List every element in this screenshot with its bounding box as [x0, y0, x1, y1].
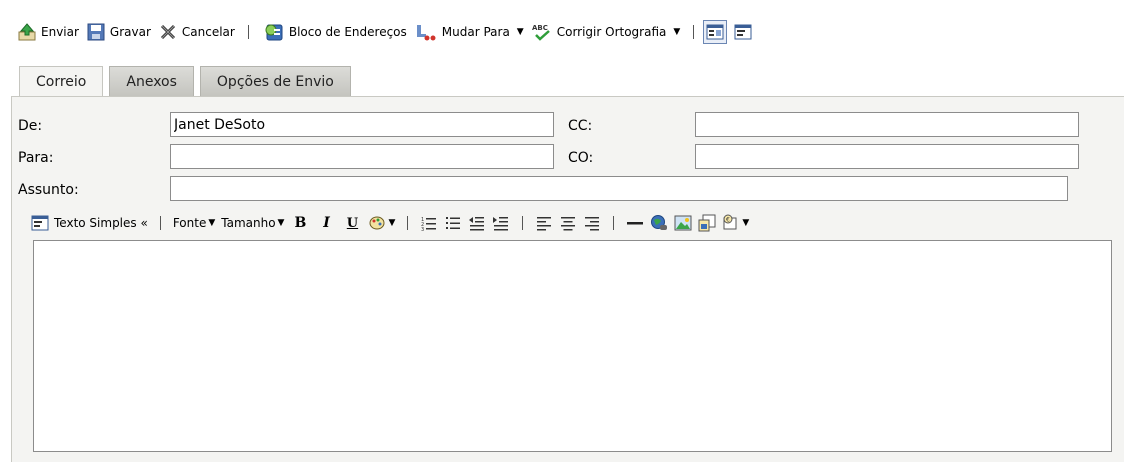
horizontal-rule-button[interactable] [623, 212, 647, 234]
cc-field[interactable] [695, 112, 1079, 137]
view-mode-button-1[interactable] [703, 20, 728, 44]
bullet-list-icon [446, 217, 461, 229]
insert-link-button[interactable] [647, 212, 671, 234]
bold-button[interactable]: B [287, 212, 313, 234]
layout-icon [734, 24, 752, 40]
align-center-icon [561, 217, 576, 231]
cancel-icon [160, 24, 175, 40]
save-button[interactable]: Gravar [83, 21, 155, 43]
change-to-dropdown[interactable]: Mudar Para ▼ [411, 21, 528, 43]
palette-icon [369, 216, 385, 230]
increase-indent-button[interactable] [489, 212, 513, 234]
from-field[interactable] [170, 112, 554, 137]
align-left-icon [537, 217, 552, 231]
chevron-down-icon: ▼ [516, 27, 524, 37]
address-book-button[interactable]: Bloco de Endereços [258, 21, 411, 43]
cc-label: CC: [568, 118, 593, 134]
tab-attachments[interactable]: Anexos [109, 66, 194, 96]
underline-button[interactable]: U [339, 212, 365, 234]
insert-image-button[interactable] [671, 212, 695, 234]
image-icon [674, 215, 692, 231]
numbered-list-icon: 123 [421, 217, 437, 232]
from-label: De: [18, 118, 43, 134]
spell-check-icon: ABC [532, 24, 550, 41]
horizontal-rule-icon [627, 222, 644, 225]
italic-button[interactable]: I [313, 212, 339, 234]
chevron-down-icon: ▼ [208, 218, 216, 228]
align-left-button[interactable] [532, 212, 556, 234]
to-field[interactable] [170, 144, 554, 169]
plain-text-toggle[interactable]: Texto Simples « [28, 212, 151, 234]
more-options-dropdown[interactable]: € ▼ [719, 212, 752, 234]
align-right-icon [585, 217, 600, 231]
toolbar-separator [407, 216, 409, 230]
chevron-down-icon: ▼ [388, 218, 396, 228]
save-icon [87, 23, 105, 41]
insert-special-icon: € [723, 214, 737, 230]
subject-field[interactable] [170, 176, 1068, 201]
toolbar-separator [522, 216, 524, 230]
to-label: Para: [18, 150, 54, 166]
svg-text:ABC: ABC [532, 24, 548, 32]
svg-text:3: 3 [421, 227, 424, 232]
bullet-list-button[interactable] [441, 212, 465, 234]
bcc-label: CO: [568, 150, 594, 166]
insert-object-button[interactable] [695, 212, 719, 234]
toolbar-separator [693, 25, 695, 39]
insert-object-icon [698, 214, 716, 232]
spell-check-dropdown[interactable]: ABC Corrigir Ortografia ▼ [528, 21, 685, 43]
layout-icon [706, 24, 724, 40]
main-toolbar: Enviar Gravar Cancelar Bloco de Endereço… [0, 0, 1124, 62]
cancel-button[interactable]: Cancelar [155, 21, 239, 43]
toolbar-separator [247, 25, 249, 39]
chevron-down-icon: ▼ [673, 27, 681, 37]
toolbar-separator [613, 216, 615, 230]
indent-icon [493, 217, 509, 231]
view-mode-button-2[interactable] [731, 20, 755, 44]
decrease-indent-button[interactable] [465, 212, 489, 234]
tab-send-options[interactable]: Opções de Envio [199, 66, 351, 96]
subject-label: Assunto: [18, 182, 79, 198]
send-icon [18, 23, 36, 41]
tab-bar: Correio Anexos Opções de Envio [19, 66, 357, 96]
message-body-editor[interactable] [33, 240, 1112, 452]
toolbar-separator [159, 216, 161, 230]
chevron-down-icon: ▼ [277, 218, 285, 228]
change-to-icon [416, 25, 436, 41]
align-right-button[interactable] [580, 212, 604, 234]
font-dropdown[interactable]: Fonte ▼ [170, 212, 218, 234]
numbered-list-button[interactable]: 123 [417, 212, 441, 234]
globe-link-icon [651, 215, 668, 230]
address-book-icon [265, 24, 283, 41]
outdent-icon [469, 217, 485, 231]
bcc-field[interactable] [695, 144, 1079, 169]
editor-toolbar: Texto Simples « Fonte ▼ Tamanho ▼ B I U … [28, 211, 752, 235]
plain-text-icon [31, 215, 49, 231]
text-color-dropdown[interactable]: ▼ [365, 212, 398, 234]
align-center-button[interactable] [556, 212, 580, 234]
chevron-down-icon: ▼ [742, 218, 750, 228]
svg-text:€: € [726, 217, 730, 224]
tab-mail[interactable]: Correio [19, 66, 104, 96]
size-dropdown[interactable]: Tamanho ▼ [218, 212, 287, 234]
send-button[interactable]: Enviar [14, 21, 83, 43]
